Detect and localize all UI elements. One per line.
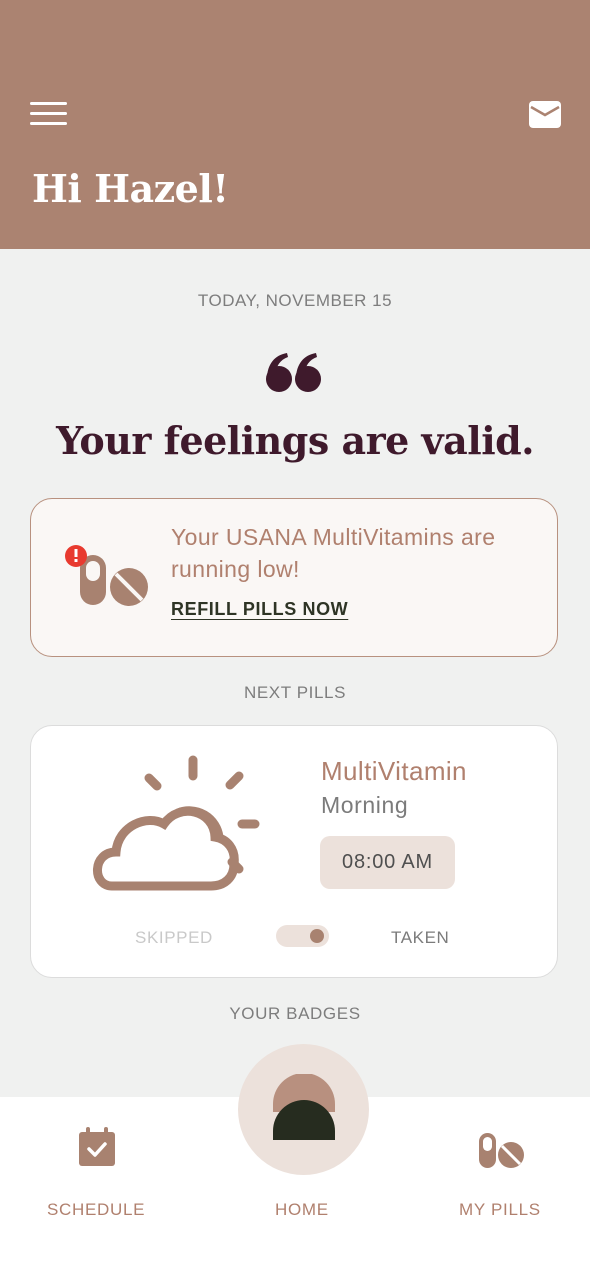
badges-label: YOUR BADGES	[229, 1004, 361, 1023]
pill-time-chip[interactable]: 08:00 AM	[320, 836, 455, 889]
pill-name: MultiVitamin	[321, 756, 467, 786]
pills-icon	[479, 1133, 524, 1168]
nav-my-pills-label: MY PILLS	[459, 1200, 541, 1219]
pill-time-of-day: Morning	[321, 792, 409, 818]
skipped-label[interactable]: SKIPPED	[135, 928, 213, 948]
refill-pills-link[interactable]: REFILL PILLS NOW	[171, 599, 348, 620]
nav-my-pills[interactable]: MY PILLS	[440, 1097, 570, 1237]
partly-sunny-icon	[93, 755, 260, 891]
menu-button[interactable]	[30, 102, 68, 128]
calendar-icon	[79, 1127, 115, 1166]
app-header: Hi Hazel!	[0, 0, 590, 249]
nav-home-label: HOME	[275, 1200, 329, 1219]
date-label: TODAY, NOVEMBER 15	[197, 291, 393, 310]
refill-alert-card: Your USANA MultiVitamins are running low…	[30, 498, 558, 657]
home-badge-icon	[273, 1074, 335, 1140]
home-button[interactable]	[238, 1044, 369, 1175]
next-pills-label: NEXT PILLS	[243, 683, 347, 702]
nav-schedule-label: SCHEDULE	[47, 1200, 146, 1219]
hamburger-menu-icon	[30, 102, 67, 105]
greeting-title: Hi Hazel!	[32, 166, 229, 211]
alert-message: Your USANA MultiVitamins are running low…	[171, 524, 496, 582]
envelope-icon[interactable]	[529, 101, 561, 128]
nav-schedule[interactable]: SCHEDULE	[30, 1097, 165, 1237]
daily-quote: Your feelings are valid.	[56, 418, 534, 463]
taken-label[interactable]: TAKEN	[391, 928, 449, 948]
toggle-knob	[310, 929, 324, 943]
next-pill-card: MultiVitamin Morning 08:00 AM SKIPPED TA…	[30, 725, 558, 978]
pills-warning-icon	[65, 545, 148, 606]
quote-mark-icon	[266, 353, 321, 392]
taken-toggle[interactable]	[276, 925, 329, 947]
